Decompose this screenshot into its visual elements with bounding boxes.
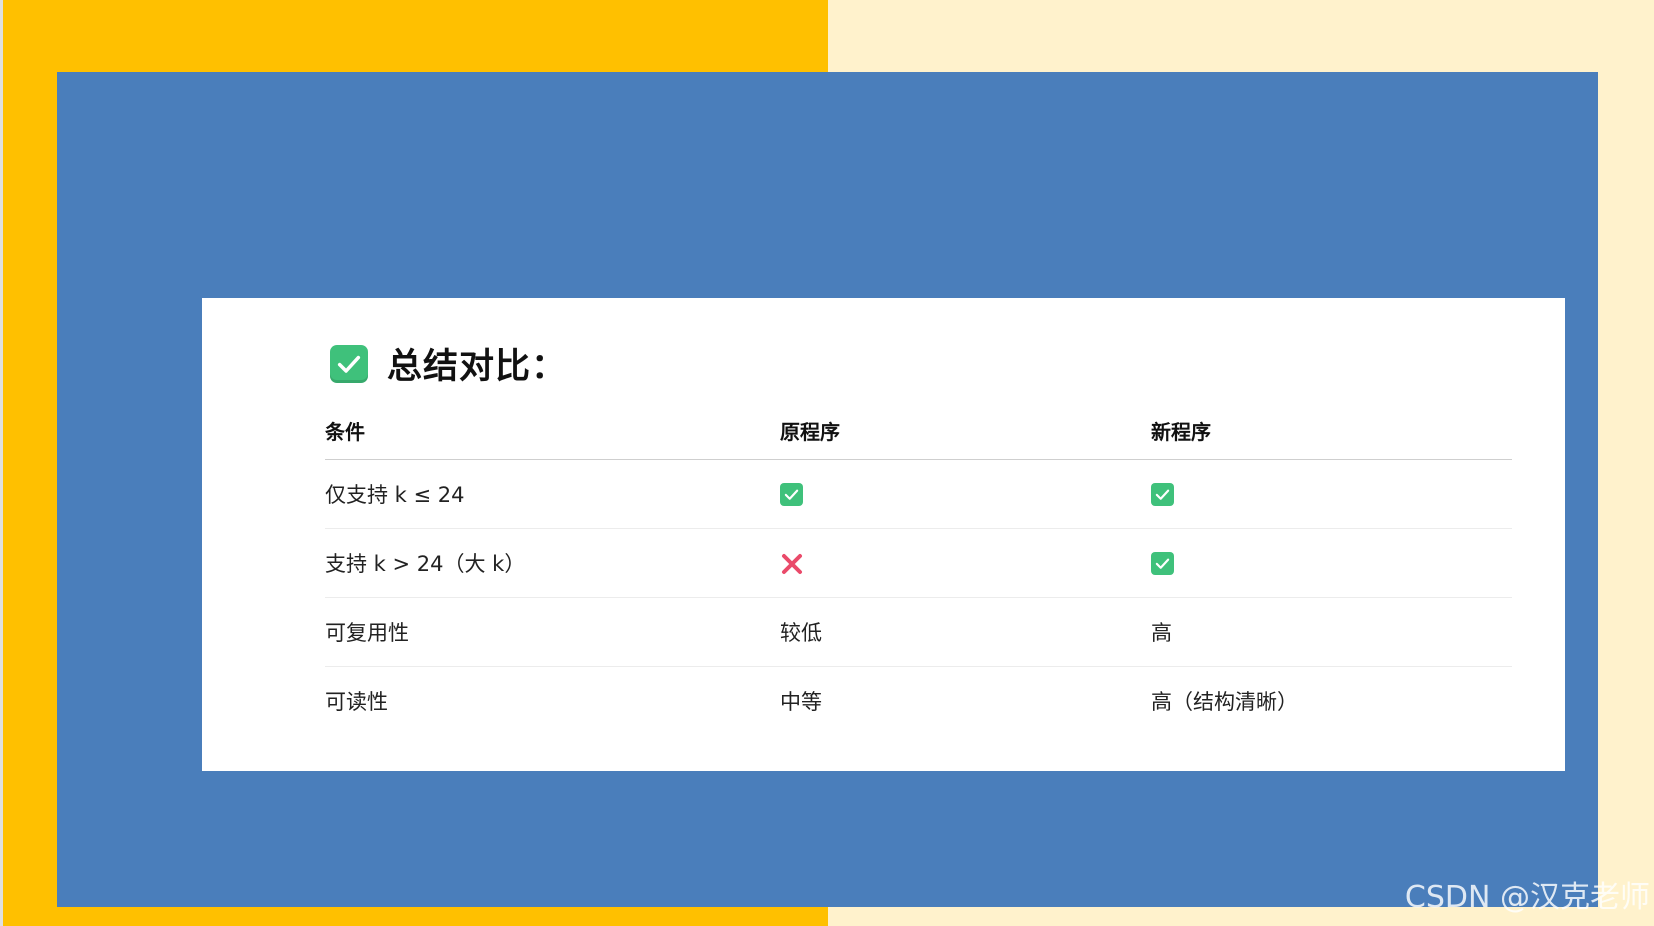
original-cell xyxy=(780,528,1151,598)
new-cell xyxy=(1151,459,1512,529)
table-row: 可读性 中等 高（结构清晰） xyxy=(325,667,1512,736)
table-header-row: 条件 原程序 新程序 xyxy=(325,416,1512,460)
new-cell xyxy=(1151,528,1512,598)
table-row: 可复用性 较低 高 xyxy=(325,597,1512,667)
table-row: 支持 k > 24（大 k） xyxy=(325,528,1512,598)
heading: 总结对比： xyxy=(330,338,567,389)
new-cell: 高 xyxy=(1151,597,1512,667)
original-cell xyxy=(780,459,1151,529)
summary-card: 总结对比： 条件 原程序 新程序 仅支持 k ≤ 24 支持 k > 24（大 … xyxy=(202,298,1565,771)
comparison-table: 条件 原程序 新程序 仅支持 k ≤ 24 支持 k > 24（大 k） 可复用… xyxy=(325,416,1512,735)
heading-title: 总结对比： xyxy=(387,347,568,387)
condition-cell: 仅支持 k ≤ 24 xyxy=(325,459,780,529)
column-header-original: 原程序 xyxy=(780,416,1151,460)
table-row: 仅支持 k ≤ 24 xyxy=(325,459,1512,529)
condition-cell: 支持 k > 24（大 k） xyxy=(325,528,780,598)
check-icon xyxy=(780,483,803,507)
original-cell: 中等 xyxy=(780,690,822,714)
check-icon xyxy=(1151,552,1174,576)
blue-panel: 总结对比： 条件 原程序 新程序 仅支持 k ≤ 24 支持 k > 24（大 … xyxy=(57,72,1598,907)
column-header-new: 新程序 xyxy=(1151,416,1512,460)
column-header-condition: 条件 xyxy=(325,416,780,460)
new-cell: 高（结构清晰） xyxy=(1151,690,1298,714)
condition-cell: 可读性 xyxy=(325,690,388,714)
cross-icon xyxy=(780,552,804,576)
condition-cell: 可复用性 xyxy=(325,597,780,667)
check-icon xyxy=(1151,483,1174,507)
original-cell: 较低 xyxy=(780,597,1151,667)
slide: 总结对比： 条件 原程序 新程序 仅支持 k ≤ 24 支持 k > 24（大 … xyxy=(0,0,1654,926)
check-box-icon xyxy=(330,344,368,383)
watermark: CSDN @汉克老师 xyxy=(1404,880,1650,915)
